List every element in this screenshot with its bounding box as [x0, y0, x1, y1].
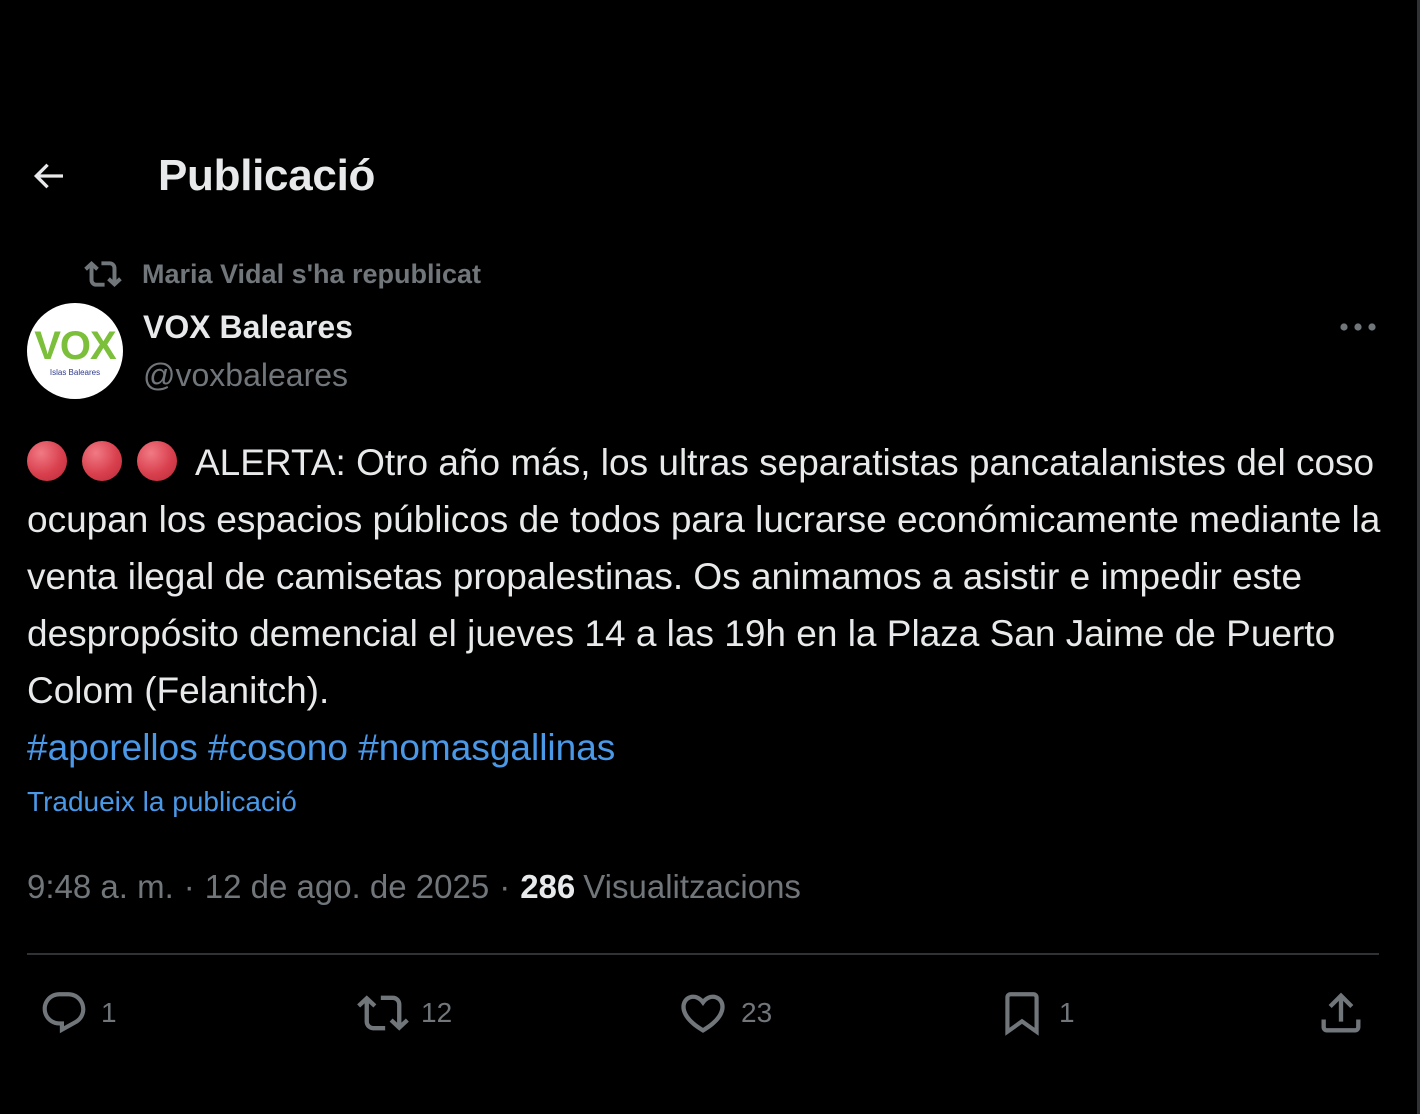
post-meta: 9:48 a. m. · 12 de ago. de 2025 · 286 Vi… [27, 868, 801, 906]
divider [27, 953, 1379, 955]
translate-post-link[interactable]: Tradueix la publicació [27, 786, 297, 818]
views-count: 286 [520, 868, 576, 905]
post-time[interactable]: 9:48 a. m. [27, 868, 174, 906]
more-options-button[interactable] [1336, 317, 1380, 337]
repost-button[interactable]: 12 [357, 985, 452, 1041]
views-label: Visualitzacions [583, 868, 801, 905]
post-page: Publicació Maria Vidal s'ha republicat V… [0, 0, 1420, 1114]
reply-button[interactable]: 1 [39, 985, 117, 1041]
reply-count: 1 [101, 997, 117, 1028]
red-circle-icon [137, 441, 177, 481]
avatar-logo-text: VOX [34, 323, 116, 368]
bookmark-button[interactable]: 1 [997, 985, 1075, 1041]
share-icon [1321, 992, 1361, 1033]
repost-count: 12 [421, 997, 453, 1028]
repost-context: Maria Vidal s'ha republicat [84, 256, 481, 292]
post-body: ALERTA: Otro año más, los ultras separat… [27, 442, 1381, 711]
post-date[interactable]: 12 de ago. de 2025 [205, 868, 489, 906]
like-count: 23 [741, 997, 773, 1028]
heart-icon [681, 994, 725, 1033]
action-bar: 1 12 23 1 [27, 985, 1379, 1041]
hashtag-link[interactable]: #nomasgallinas [358, 727, 615, 768]
reply-icon [42, 992, 86, 1034]
page-header: Publicació [28, 140, 1380, 212]
arrow-left-icon [33, 163, 63, 189]
back-button[interactable] [24, 152, 72, 200]
repost-label[interactable]: Maria Vidal s'ha republicat [142, 259, 481, 290]
author-block: VOX Islas Baleares VOX Baleares @voxbale… [27, 303, 1380, 403]
red-circle-icon [82, 441, 122, 481]
bookmark-count: 1 [1059, 997, 1075, 1028]
hashtag-list: #aporellos #cosono #nomasgallinas [27, 719, 1387, 776]
meta-separator: · [183, 868, 195, 905]
author-handle[interactable]: @voxbaleares [143, 357, 348, 394]
post-text: ALERTA: Otro año más, los ultras separat… [27, 434, 1387, 776]
like-button[interactable]: 23 [677, 985, 772, 1041]
more-icon [1340, 323, 1376, 331]
repost-icon [84, 256, 124, 292]
red-circle-icon [27, 441, 67, 481]
meta-separator: · [499, 868, 511, 905]
page-title: Publicació [158, 151, 376, 200]
hashtag-link[interactable]: #aporellos [27, 727, 198, 768]
author-name[interactable]: VOX Baleares [143, 309, 353, 346]
avatar[interactable]: VOX Islas Baleares [27, 303, 123, 399]
bookmark-icon [1005, 992, 1039, 1036]
share-button[interactable] [1315, 985, 1367, 1041]
avatar-logo-subtext: Islas Baleares [49, 367, 101, 377]
repost-icon [357, 995, 409, 1031]
hashtag-link[interactable]: #cosono [208, 727, 348, 768]
